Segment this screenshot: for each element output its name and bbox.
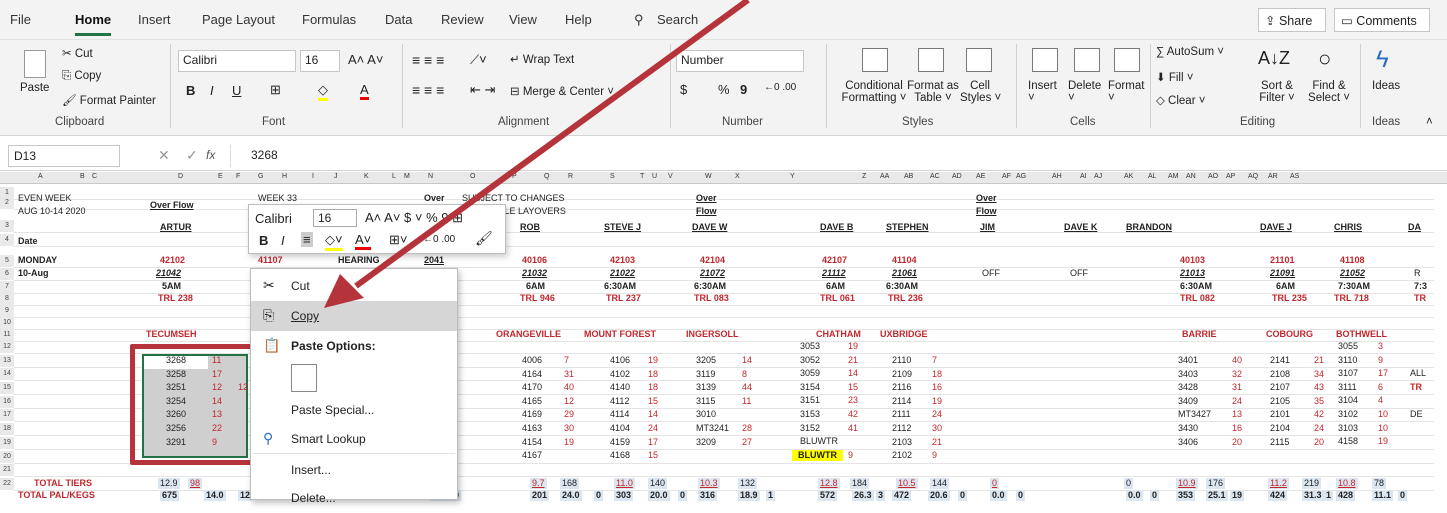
annotation-arrow xyxy=(324,0,750,308)
